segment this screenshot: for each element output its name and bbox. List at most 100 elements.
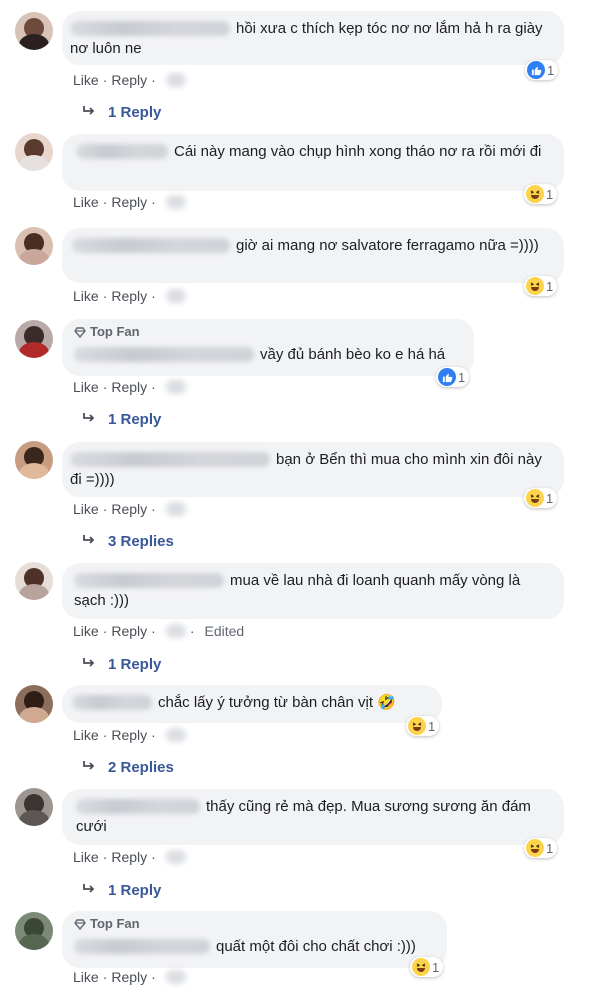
commenter-name-redacted[interactable] xyxy=(74,346,254,362)
like-link[interactable]: Like xyxy=(73,501,99,517)
reply-arrow-icon xyxy=(82,882,96,899)
replies-count: 1 Reply xyxy=(108,882,162,899)
comment-bubble: hồi xưa c thích kẹp tóc nơ nơ lắm hả h r… xyxy=(62,11,564,65)
reply-link[interactable]: Reply xyxy=(111,727,147,743)
reply-link[interactable]: Reply xyxy=(111,849,147,865)
timestamp-redacted[interactable] xyxy=(165,289,186,303)
comment-bubble: Top Fan quất một đôi cho chất chơi :))) xyxy=(62,911,447,968)
separator-dot: · xyxy=(189,623,195,639)
separator-dot: · xyxy=(102,969,108,985)
reaction-summary[interactable]: 1 xyxy=(525,60,559,80)
avatar[interactable] xyxy=(15,133,53,171)
like-link[interactable]: Like xyxy=(73,727,99,743)
commenter-name-redacted[interactable] xyxy=(70,451,270,467)
timestamp-redacted[interactable] xyxy=(165,970,186,984)
diamond-icon xyxy=(74,918,86,930)
reply-link[interactable]: Reply xyxy=(111,72,147,88)
replies-count: 1 Reply xyxy=(108,411,162,428)
avatar[interactable] xyxy=(15,441,53,479)
like-link[interactable]: Like xyxy=(73,849,99,865)
timestamp-redacted[interactable] xyxy=(165,502,186,516)
top-fan-badge: Top Fan xyxy=(74,324,462,340)
view-replies-link[interactable]: 1 Reply xyxy=(82,411,161,428)
commenter-name-redacted[interactable] xyxy=(70,20,230,36)
replies-count: 2 Replies xyxy=(108,759,174,776)
avatar[interactable] xyxy=(15,562,53,600)
commenter-name-redacted[interactable] xyxy=(74,572,224,588)
timestamp-redacted[interactable] xyxy=(165,73,186,87)
reaction-count: 1 xyxy=(432,959,440,975)
like-link[interactable]: Like xyxy=(73,379,99,395)
commenter-name-redacted[interactable] xyxy=(72,694,152,710)
view-replies-link[interactable]: 1 Reply xyxy=(82,882,161,899)
separator-dot: · xyxy=(102,288,108,304)
view-replies-link[interactable]: 1 Reply xyxy=(82,656,161,673)
avatar[interactable] xyxy=(15,685,53,723)
commenter-name-redacted[interactable] xyxy=(76,143,168,159)
separator-dot: · xyxy=(151,727,156,743)
comment-actions: Like · Reply · xyxy=(73,379,186,395)
separator-dot: · xyxy=(151,623,156,639)
separator-dot: · xyxy=(151,194,156,210)
avatar[interactable] xyxy=(15,912,53,950)
like-link[interactable]: Like xyxy=(73,969,99,985)
separator-dot: · xyxy=(102,727,108,743)
timestamp-redacted[interactable] xyxy=(165,195,186,209)
reply-arrow-icon xyxy=(82,533,96,550)
replies-count: 1 Reply xyxy=(108,656,162,673)
comment-actions: Like · Reply · xyxy=(73,288,186,304)
comment-actions: Like · Reply · · Edited xyxy=(73,623,244,639)
reply-link[interactable]: Reply xyxy=(111,379,147,395)
timestamp-redacted[interactable] xyxy=(165,728,186,742)
reply-link[interactable]: Reply xyxy=(111,194,147,210)
like-link[interactable]: Like xyxy=(73,288,99,304)
commenter-name-redacted[interactable] xyxy=(74,938,210,954)
avatar[interactable] xyxy=(15,788,53,826)
reaction-summary[interactable]: 1 xyxy=(524,838,558,858)
reply-link[interactable]: Reply xyxy=(111,969,147,985)
view-replies-link[interactable]: 3 Replies xyxy=(82,533,174,550)
comment-bubble: giờ ai mang nơ salvatore ferragamo nữa =… xyxy=(62,228,564,283)
reaction-summary[interactable]: 1 xyxy=(436,367,470,387)
view-replies-link[interactable]: 2 Replies xyxy=(82,759,174,776)
timestamp-redacted[interactable] xyxy=(165,380,186,394)
timestamp-redacted[interactable] xyxy=(165,624,186,638)
reaction-count: 1 xyxy=(547,62,555,78)
reaction-summary[interactable]: 1 xyxy=(406,716,440,736)
commenter-name-redacted[interactable] xyxy=(76,798,200,814)
haha-reaction-icon xyxy=(526,489,544,507)
reaction-summary[interactable]: 1 xyxy=(524,488,558,508)
like-reaction-icon xyxy=(527,61,545,79)
reply-arrow-icon xyxy=(82,411,96,428)
replies-count: 1 Reply xyxy=(108,104,162,121)
like-link[interactable]: Like xyxy=(73,194,99,210)
view-replies-link[interactable]: 1 Reply xyxy=(82,104,161,121)
reply-link[interactable]: Reply xyxy=(111,288,147,304)
replies-count: 3 Replies xyxy=(108,533,174,550)
like-link[interactable]: Like xyxy=(73,623,99,639)
comment-bubble: thấy cũng rẻ mà đẹp. Mua sương sương ăn … xyxy=(62,789,564,845)
comment-bubble: Cái này mang vào chụp hình xong tháo nơ … xyxy=(62,134,564,191)
comment-text: chắc lấy ý tưởng từ bàn chân vịt 🤣 xyxy=(158,694,396,711)
comment-text: Cái này mang vào chụp hình xong tháo nơ … xyxy=(174,143,542,160)
avatar[interactable] xyxy=(15,12,53,50)
comment-actions: Like · Reply · xyxy=(73,727,186,743)
separator-dot: · xyxy=(102,194,108,210)
timestamp-redacted[interactable] xyxy=(165,850,186,864)
comment-actions: Like · Reply · xyxy=(73,501,186,517)
like-link[interactable]: Like xyxy=(73,72,99,88)
comment-bubble: chắc lấy ý tưởng từ bàn chân vịt 🤣 xyxy=(62,685,442,723)
reaction-summary[interactable]: 1 xyxy=(524,276,558,296)
comment-actions: Like · Reply · xyxy=(73,72,186,88)
haha-reaction-icon xyxy=(408,717,426,735)
commenter-name-redacted[interactable] xyxy=(72,237,230,253)
reaction-summary[interactable]: 1 xyxy=(410,957,444,977)
separator-dot: · xyxy=(151,288,156,304)
reply-arrow-icon xyxy=(82,104,96,121)
reply-link[interactable]: Reply xyxy=(111,501,147,517)
reply-link[interactable]: Reply xyxy=(111,623,147,639)
avatar[interactable] xyxy=(15,320,53,358)
reaction-summary[interactable]: 1 xyxy=(524,184,558,204)
avatar[interactable] xyxy=(15,227,53,265)
separator-dot: · xyxy=(151,379,156,395)
